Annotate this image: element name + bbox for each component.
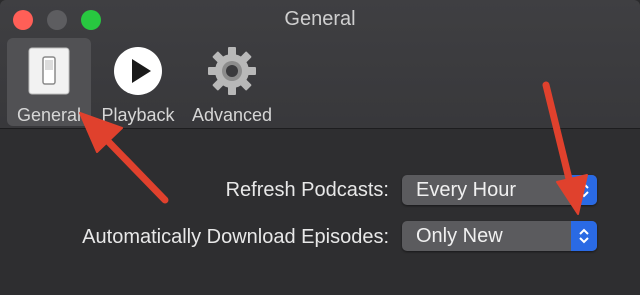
preferences-window: General General Playback Advanced Refres… — [0, 0, 640, 295]
auto-download-value: Only New — [416, 225, 503, 247]
general-settings-pane: Refresh Podcasts: Every Hour Automatical… — [0, 129, 640, 295]
play-icon — [112, 45, 164, 97]
refresh-podcasts-popup[interactable]: Every Hour — [402, 175, 597, 205]
tab-playback[interactable]: Playback — [98, 38, 178, 126]
auto-download-popup[interactable]: Only New — [402, 221, 597, 251]
title-bar: General General Playback Advanced — [0, 0, 640, 129]
popup-chevrons-icon — [571, 175, 597, 205]
switch-icon — [23, 45, 75, 97]
tab-advanced[interactable]: Advanced — [188, 38, 276, 126]
tab-advanced-label: Advanced — [191, 105, 273, 125]
auto-download-label: Automatically Download Episodes: — [82, 226, 389, 248]
tab-playback-label: Playback — [101, 105, 175, 125]
popup-chevrons-icon — [571, 221, 597, 251]
tab-general[interactable]: General — [7, 38, 91, 126]
window-title: General — [284, 8, 356, 30]
gear-icon — [206, 45, 258, 97]
tab-general-label: General — [16, 105, 82, 125]
refresh-podcasts-value: Every Hour — [416, 179, 517, 201]
refresh-podcasts-label: Refresh Podcasts: — [225, 179, 389, 201]
